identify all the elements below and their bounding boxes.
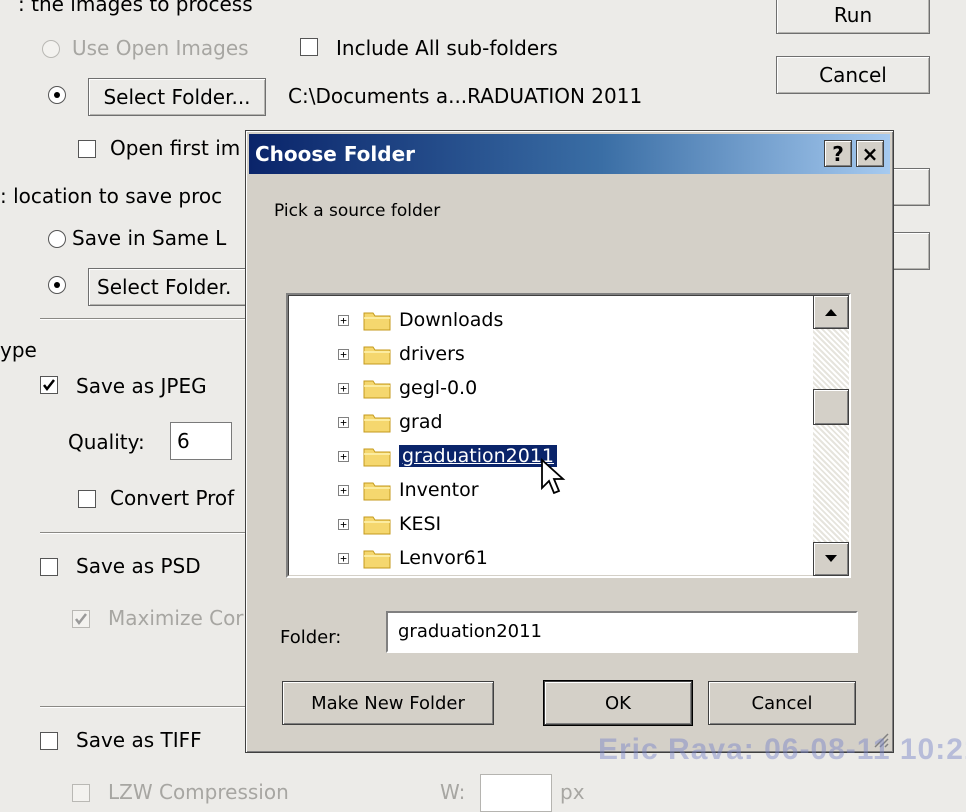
divider: [40, 318, 250, 320]
save-tiff-label: Save as TIFF: [76, 728, 202, 752]
help-button[interactable]: ?: [824, 140, 852, 167]
folder-icon: [363, 377, 399, 399]
divider: [40, 706, 250, 708]
save-tiff-checkbox[interactable]: [40, 732, 58, 750]
checkmark-icon: [43, 379, 55, 392]
include-subfolders-label: Include All sub-folders: [336, 36, 558, 60]
use-open-images-radio[interactable]: [42, 40, 60, 58]
select-folder-button[interactable]: Select Folder...: [88, 78, 266, 116]
convert-profile-checkbox[interactable]: [78, 490, 96, 508]
maximize-compat-checkbox[interactable]: [72, 610, 90, 628]
save-jpeg-label: Save as JPEG: [76, 374, 207, 398]
quality-input[interactable]: 6: [170, 422, 232, 460]
section-source-title: : the images to process: [18, 0, 253, 16]
save-psd-checkbox[interactable]: [40, 558, 58, 576]
tree-item[interactable]: + Inventor: [338, 475, 479, 505]
ok-button[interactable]: OK: [543, 680, 693, 726]
save-same-location-label: Save in Same L: [72, 226, 227, 250]
folder-icon: [363, 547, 399, 569]
save-jpeg-checkbox[interactable]: [40, 376, 58, 394]
quality-label: Quality:: [68, 430, 145, 454]
divider: [40, 532, 250, 534]
expand-icon[interactable]: +: [338, 416, 349, 428]
w-label: W:: [440, 780, 466, 804]
section-location-title: : location to save proc: [0, 184, 223, 208]
tree-item[interactable]: + Lenvor61: [338, 543, 488, 573]
dialog-titlebar[interactable]: Choose Folder ? ×: [249, 134, 890, 174]
folder-icon: [363, 445, 399, 467]
width-input[interactable]: [480, 774, 552, 812]
tree-item[interactable]: + gegl-0.0: [338, 373, 477, 403]
arrow-down-icon: [825, 555, 837, 562]
open-first-image-checkbox[interactable]: [78, 140, 96, 158]
select-dest-folder-button[interactable]: Select Folder.: [88, 268, 266, 306]
include-subfolders-checkbox[interactable]: [300, 38, 318, 56]
expand-icon[interactable]: +: [338, 518, 349, 530]
tree-item-label: drivers: [399, 343, 465, 365]
tree-item[interactable]: + KESI: [338, 509, 441, 539]
dialog-title: Choose Folder: [255, 142, 416, 166]
radio-dot: [54, 282, 60, 288]
tree-item-label: grad: [399, 411, 443, 433]
scroll-up-button[interactable]: [813, 295, 849, 329]
expand-icon[interactable]: +: [338, 450, 349, 462]
close-button[interactable]: ×: [856, 140, 884, 167]
scroll-down-button[interactable]: [813, 542, 849, 576]
lzw-label: LZW Compression: [108, 780, 289, 804]
folder-icon: [363, 309, 399, 331]
tree-item[interactable]: + drivers: [338, 339, 465, 369]
scroll-thumb[interactable]: [813, 389, 849, 425]
vertical-scrollbar[interactable]: [813, 295, 849, 576]
run-button[interactable]: Run: [776, 0, 930, 34]
expand-icon[interactable]: +: [338, 382, 349, 394]
radio-dot: [54, 92, 60, 98]
dialog-cancel-button[interactable]: Cancel: [708, 681, 856, 725]
section-type-title: ype: [0, 338, 37, 362]
save-same-location-radio[interactable]: [48, 230, 66, 248]
expand-icon[interactable]: +: [338, 348, 349, 360]
folder-label: Folder:: [280, 627, 342, 648]
folder-icon: [363, 411, 399, 433]
tree-item-label: KESI: [399, 513, 442, 535]
cancel-button[interactable]: Cancel: [776, 56, 930, 94]
choose-folder-dialog: Choose Folder ? × Pick a source folder +…: [245, 130, 894, 753]
folder-icon: [363, 513, 399, 535]
folder-tree[interactable]: + Downloads + drivers + gegl-0.0 + grad + graduat…: [286, 293, 851, 578]
tree-item[interactable]: + Downloads: [338, 305, 503, 335]
mouse-cursor-icon: [541, 458, 566, 495]
dialog-prompt: Pick a source folder: [274, 201, 441, 221]
checkmark-icon: [75, 613, 87, 626]
tree-item-label: gegl-0.0: [399, 377, 478, 399]
maximize-compat-label: Maximize Cor: [108, 606, 244, 630]
expand-icon[interactable]: +: [338, 484, 349, 496]
save-psd-label: Save as PSD: [76, 554, 201, 578]
tree-item-label: Inventor: [399, 479, 479, 501]
select-folder-radio[interactable]: [48, 86, 66, 104]
use-open-images-label: Use Open Images: [72, 36, 249, 60]
tree-item-label: Lenvor61: [399, 547, 488, 569]
tree-item-label: graduation2011: [397, 444, 559, 468]
lzw-checkbox[interactable]: [72, 784, 90, 802]
tree-item[interactable]: + grad: [338, 407, 443, 437]
make-new-folder-button[interactable]: Make New Folder: [282, 681, 494, 725]
tree-item-label: Downloads: [399, 309, 504, 331]
source-path: C:\Documents a...RADUATION 2011: [288, 84, 643, 108]
expand-icon[interactable]: +: [338, 314, 349, 326]
px-label: px: [560, 780, 585, 804]
watermark: Eric Rava: 06-08-11 10:21:08: [598, 733, 966, 766]
convert-profile-label: Convert Prof: [110, 486, 235, 510]
folder-icon: [363, 479, 399, 501]
arrow-up-icon: [825, 309, 837, 316]
folder-input[interactable]: graduation2011: [386, 611, 858, 653]
open-first-image-label: Open first im: [110, 136, 241, 160]
expand-icon[interactable]: +: [338, 552, 349, 564]
select-dest-folder-radio[interactable]: [48, 276, 66, 294]
folder-icon: [363, 343, 399, 365]
tree-item[interactable]: + graduation2011: [338, 441, 559, 471]
